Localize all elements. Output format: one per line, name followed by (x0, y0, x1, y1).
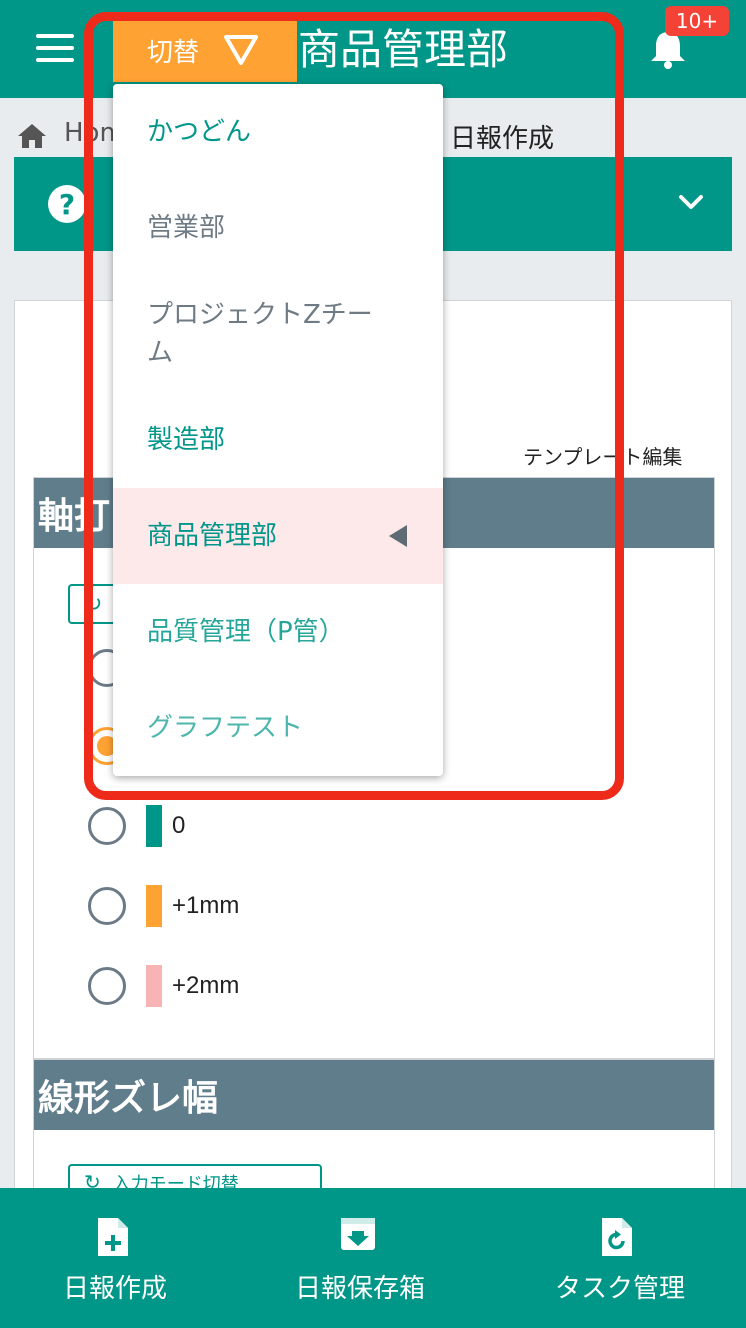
notification-badge[interactable]: 10+ (665, 6, 729, 36)
bottom-navigation: 日報作成 日報保存箱 タスク管理 (0, 1188, 746, 1328)
dropdown-item-label: プロジェクトZチーム (147, 300, 373, 368)
file-plus-icon (98, 1218, 128, 1256)
dropdown-item-label: 営業部 (147, 213, 226, 243)
option-row[interactable]: +1mm (88, 884, 239, 928)
dropdown-item[interactable]: 営業部 (113, 180, 443, 276)
option-label: +2mm (172, 972, 240, 999)
dropdown-item[interactable]: 製造部 (113, 392, 443, 488)
menu-icon[interactable] (36, 34, 76, 62)
home-icon[interactable] (16, 122, 48, 150)
dropdown-item-label: 品質管理（P管） (147, 617, 345, 647)
nav-daily-report[interactable]: 日報作成 (0, 1188, 230, 1328)
color-swatch (146, 965, 162, 1007)
help-icon[interactable]: ? (48, 185, 86, 223)
dropdown-item[interactable]: かつどん (113, 84, 443, 180)
nav-label: 日報保存箱 (294, 1274, 425, 1304)
archive-icon (341, 1218, 375, 1250)
radio-button[interactable] (88, 807, 126, 845)
dropdown-item[interactable]: グラフテスト (113, 680, 443, 776)
dropdown-item-label: 商品管理部 (147, 521, 278, 551)
section-title: 線形ズレ幅 (34, 1060, 714, 1130)
option-row[interactable]: +2mm (88, 964, 239, 1008)
department-switch-button[interactable]: 切替 (113, 18, 297, 82)
file-refresh-icon (602, 1218, 632, 1256)
nav-label: タスク管理 (554, 1274, 685, 1304)
dropdown-item[interactable]: 品質管理（P管） (113, 584, 443, 680)
template-edit-link[interactable]: テンプレート編集 (523, 441, 682, 470)
color-swatch (146, 805, 162, 847)
refresh-icon: ↻ (84, 591, 103, 617)
color-swatch (146, 885, 162, 927)
triangle-down-icon (224, 35, 258, 65)
dropdown-item-label: 製造部 (147, 425, 226, 455)
nav-label: 日報作成 (62, 1274, 167, 1304)
radio-button[interactable] (88, 967, 126, 1005)
dropdown-item[interactable]: プロジェクトZチーム (113, 276, 443, 392)
department-dropdown: かつどん 営業部 プロジェクトZチーム 製造部 商品管理部 品質管理（P管） グ… (113, 84, 443, 776)
nav-report-archive[interactable]: 日報保存箱 (255, 1188, 465, 1328)
chevron-down-icon[interactable] (678, 193, 704, 211)
triangle-left-icon (389, 525, 407, 547)
breadcrumb-current: 日報作成 (450, 124, 555, 154)
option-label: +1mm (172, 892, 240, 919)
option-label: 0 (172, 812, 186, 839)
dropdown-item-label: かつどん (147, 117, 252, 147)
dropdown-item-label: グラフテスト (147, 713, 304, 743)
radio-button[interactable] (88, 887, 126, 925)
option-row[interactable]: 0 (88, 804, 185, 848)
dropdown-item-selected[interactable]: 商品管理部 (113, 488, 443, 584)
nav-task-management[interactable]: タスク管理 (520, 1188, 720, 1328)
department-title: 商品管理部 (298, 25, 509, 74)
switch-label: 切替 (147, 37, 200, 68)
